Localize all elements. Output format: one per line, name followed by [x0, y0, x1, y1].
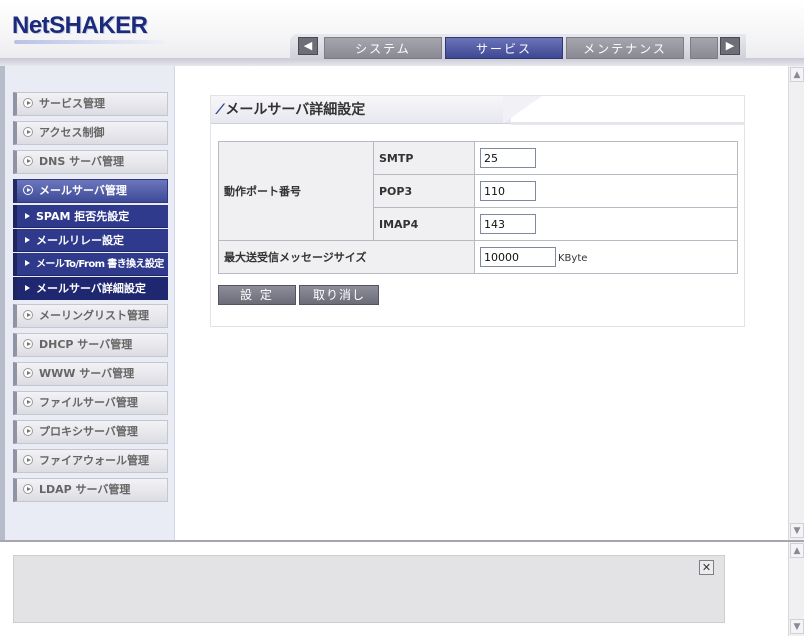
bullet-arrow-icon: [23, 339, 33, 349]
arrow-icon: [25, 237, 30, 243]
bullet-arrow-icon: [23, 368, 33, 378]
smtp-label: SMTP: [373, 141, 475, 175]
sidebar-subitem-mail-relay[interactable]: メールリレー設定: [13, 229, 168, 252]
leaf-icon: ⁄: [219, 102, 222, 118]
tab-scroll-left-button[interactable]: ◀: [298, 37, 318, 55]
sidebar-item-service-management[interactable]: サービス管理: [13, 92, 168, 116]
app-header: NetSHAKER ◀ システム サービス メンテナンス ▶: [0, 0, 804, 66]
apply-button[interactable]: 設 定: [218, 285, 296, 305]
sidebar-edge: [0, 66, 5, 540]
tab-overflow[interactable]: [690, 37, 718, 59]
sidebar-subitem-spam-deny[interactable]: SPAM 拒否先設定: [13, 205, 168, 228]
size-unit-label: KByte: [558, 252, 588, 264]
tab-system[interactable]: システム: [324, 37, 442, 59]
bullet-arrow-icon: [23, 455, 33, 465]
sidebar-item-firewall[interactable]: ファイアウォール管理: [13, 449, 168, 473]
sidebar-item-access-control[interactable]: アクセス制御: [13, 121, 168, 145]
main-scrollbar[interactable]: ▲ ▼: [788, 66, 804, 540]
sidebar-item-file-server[interactable]: ファイルサーバ管理: [13, 391, 168, 415]
arrow-icon: [25, 213, 30, 219]
logo-swoosh: [14, 40, 164, 44]
main-tab-bar: ◀ システム サービス メンテナンス ▶: [290, 34, 746, 60]
pop3-cell: [474, 174, 738, 208]
close-icon[interactable]: ✕: [699, 560, 714, 575]
max-size-cell: KByte: [474, 240, 738, 274]
message-scrollbar[interactable]: ▲ ▼: [788, 542, 804, 636]
pop3-label: POP3: [373, 174, 475, 208]
max-message-size-input[interactable]: [480, 247, 556, 267]
sidebar-item-dhcp-server[interactable]: DHCP サーバ管理: [13, 333, 168, 357]
sidebar-item-ldap-server[interactable]: LDAP サーバ管理: [13, 478, 168, 502]
smtp-cell: [474, 141, 738, 175]
scroll-down-icon[interactable]: ▼: [790, 619, 804, 634]
sidebar-subitem-mail-advanced[interactable]: メールサーバ詳細設定: [13, 277, 168, 300]
left-arrow-icon: ◀: [303, 39, 313, 52]
bullet-arrow-icon: [23, 484, 33, 494]
smtp-port-input[interactable]: [480, 148, 536, 168]
panel-title-tail: [503, 96, 543, 124]
bullet-arrow-icon: [23, 310, 33, 320]
bullet-arrow-icon: [23, 185, 33, 195]
bullet-arrow-icon: [23, 98, 33, 108]
sidebar-item-dns-server[interactable]: DNS サーバ管理: [13, 150, 168, 174]
arrow-icon: [25, 285, 30, 291]
sidebar-item-proxy-server[interactable]: プロキシサーバ管理: [13, 420, 168, 444]
netshaker-logo: NetSHAKER: [12, 12, 148, 39]
sidebar-item-mail-server[interactable]: メールサーバ管理: [13, 179, 168, 203]
scroll-up-icon[interactable]: ▲: [790, 543, 804, 558]
port-label: 動作ポート番号: [218, 141, 374, 241]
tab-maintenance[interactable]: メンテナンス: [566, 37, 684, 59]
imap4-label: IMAP4: [373, 207, 475, 241]
sidebar-item-mailing-list[interactable]: メーリングリスト管理: [13, 304, 168, 328]
scroll-down-icon[interactable]: ▼: [790, 523, 804, 538]
bullet-arrow-icon: [23, 127, 33, 137]
arrow-icon: [25, 260, 30, 266]
settings-table: 動作ポート番号 SMTP POP3 IMAP4 最大送受信メッセージサイズ KB…: [218, 141, 738, 274]
tab-service[interactable]: サービス: [445, 37, 563, 59]
cancel-button[interactable]: 取り消し: [299, 285, 379, 305]
bullet-arrow-icon: [23, 156, 33, 166]
mail-advanced-settings-panel: ⁄メールサーバ詳細設定 動作ポート番号 SMTP POP3 IMAP4 最大送受…: [210, 95, 745, 327]
panel-title: ⁄ メールサーバ詳細設定: [211, 96, 511, 124]
tab-scroll-right-button[interactable]: ▶: [720, 37, 740, 55]
right-arrow-icon: ▶: [725, 39, 735, 52]
bullet-arrow-icon: [23, 426, 33, 436]
max-size-label: 最大送受信メッセージサイズ: [218, 240, 475, 274]
panel-title-underline: [511, 122, 745, 125]
imap4-port-input[interactable]: [480, 214, 536, 234]
pop3-port-input[interactable]: [480, 181, 536, 201]
scroll-up-icon[interactable]: ▲: [790, 67, 804, 82]
sidebar-subitem-mail-rewrite[interactable]: メールTo/From 書き換え設定: [13, 253, 168, 276]
bullet-arrow-icon: [23, 397, 33, 407]
sidebar-item-www-server[interactable]: WWW サーバ管理: [13, 362, 168, 386]
message-box: [13, 555, 725, 623]
imap4-cell: [474, 207, 738, 241]
